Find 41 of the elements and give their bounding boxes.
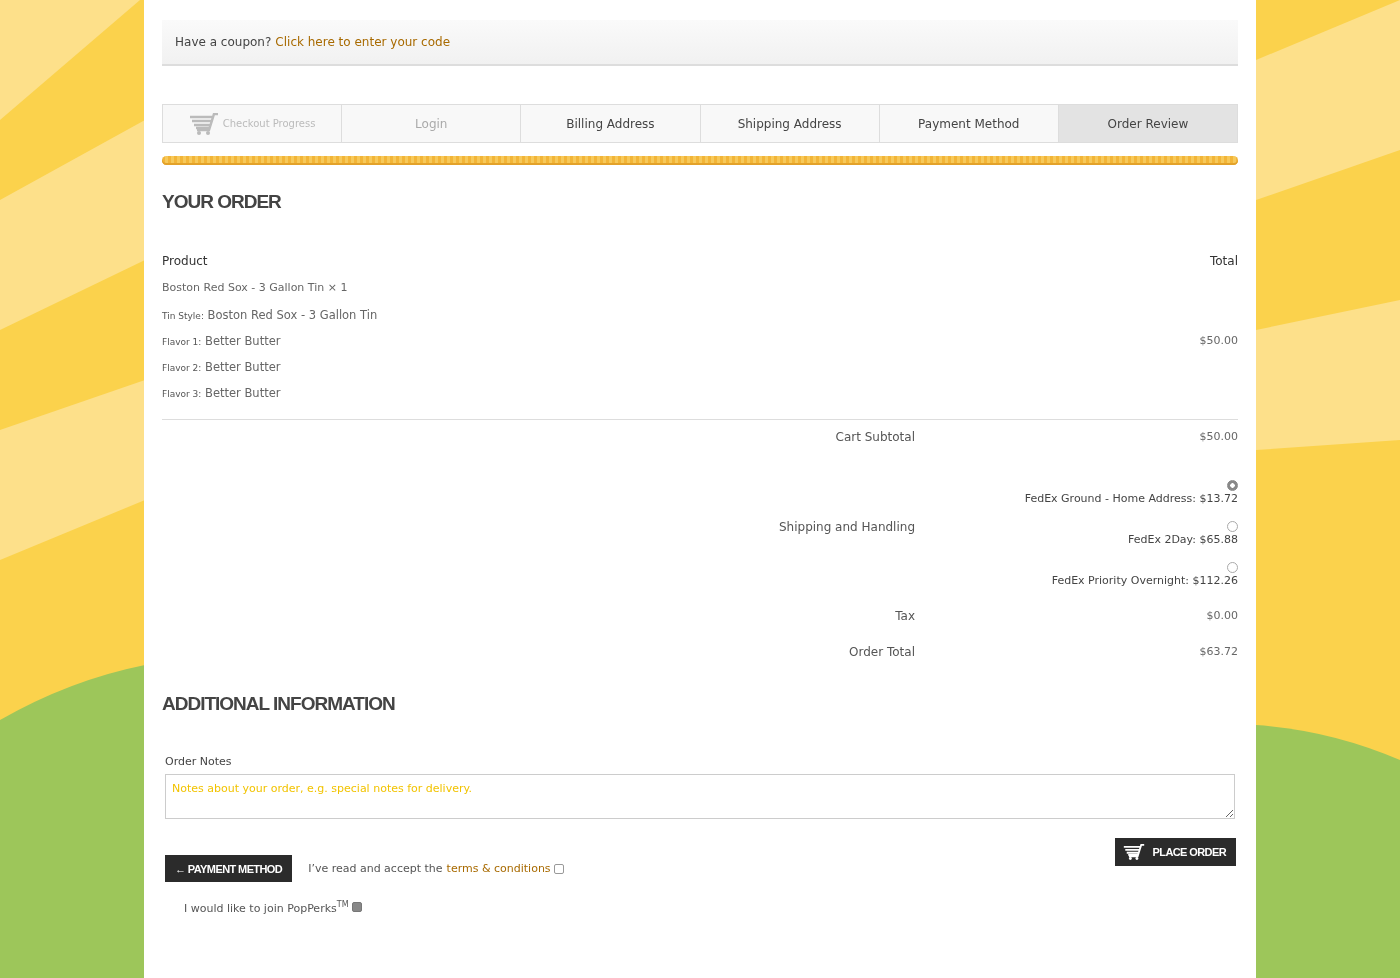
checkout-step-tab[interactable]: Shipping Address [699, 105, 879, 142]
order-notes-field[interactable]: Notes about your order, e.g. special notes for delivery. [165, 774, 1235, 819]
shipping-option-label: FedEx 2Day: $65.88 [1127, 533, 1238, 546]
product-option: Flavor 2: Better Butter [162, 360, 378, 374]
cart-icon [188, 112, 219, 135]
checkout-step-tab[interactable]: Order Review [1057, 105, 1238, 142]
section-heading: ADDITIONAL INFORMATION [162, 693, 396, 715]
back-button[interactable]: ← PAYMENT METHOD [165, 855, 293, 882]
radio-button[interactable] [1227, 562, 1238, 573]
section-heading: YOUR ORDER [162, 191, 282, 213]
totals-value: $0.00 [1205, 609, 1238, 623]
totals-value: $63.72 [1198, 645, 1238, 659]
place-order-button[interactable]: PLACE ORDER [1114, 838, 1236, 866]
checkbox[interactable] [553, 863, 564, 874]
totals-label: Shipping and Handling [777, 519, 915, 534]
totals-value: $50.00 [1198, 430, 1238, 444]
product-option: Flavor 3: Better Butter [162, 386, 378, 400]
shipping-option-label: FedEx Ground - Home Address: $13.72 [1024, 492, 1238, 505]
column-header: Product [162, 254, 208, 268]
radio-button[interactable] [1227, 521, 1238, 532]
totals-label: Cart Subtotal [834, 430, 915, 444]
checkbox[interactable] [351, 902, 362, 913]
checkout-progress-label: Checkout Progress [222, 118, 316, 129]
coupon-link[interactable]: Click here to enter your code [275, 35, 450, 49]
field-label: Order Notes [165, 755, 233, 768]
product-total: $50.00 [1199, 334, 1238, 347]
checkout-step-tab[interactable]: Billing Address [520, 105, 700, 142]
popperks-text: I would like to join PopPerks$^{TM}$ [184, 900, 349, 915]
terms-text: I’ve read and accept the [308, 862, 443, 875]
product-option: Tin Style: Boston Red Sox - 3 Gallon Tin [162, 308, 378, 322]
cart-icon [1122, 844, 1145, 860]
radio-button[interactable] [1227, 480, 1238, 491]
terms-link[interactable]: terms & conditions [446, 862, 551, 875]
totals-label: Order Total [848, 645, 915, 659]
coupon-text: Have a coupon? [175, 35, 272, 49]
product-option: Flavor 1: Better Butter [162, 334, 378, 348]
shipping-option-label: FedEx Priority Overnight: $112.26 [1051, 574, 1238, 587]
product-name: Boston Red Sox - 3 Gallon Tin × 1 [162, 281, 349, 294]
totals-label: Tax [894, 609, 915, 623]
checkout-step-tab[interactable]: Payment Method [878, 105, 1058, 142]
column-header: Total [1209, 254, 1238, 268]
